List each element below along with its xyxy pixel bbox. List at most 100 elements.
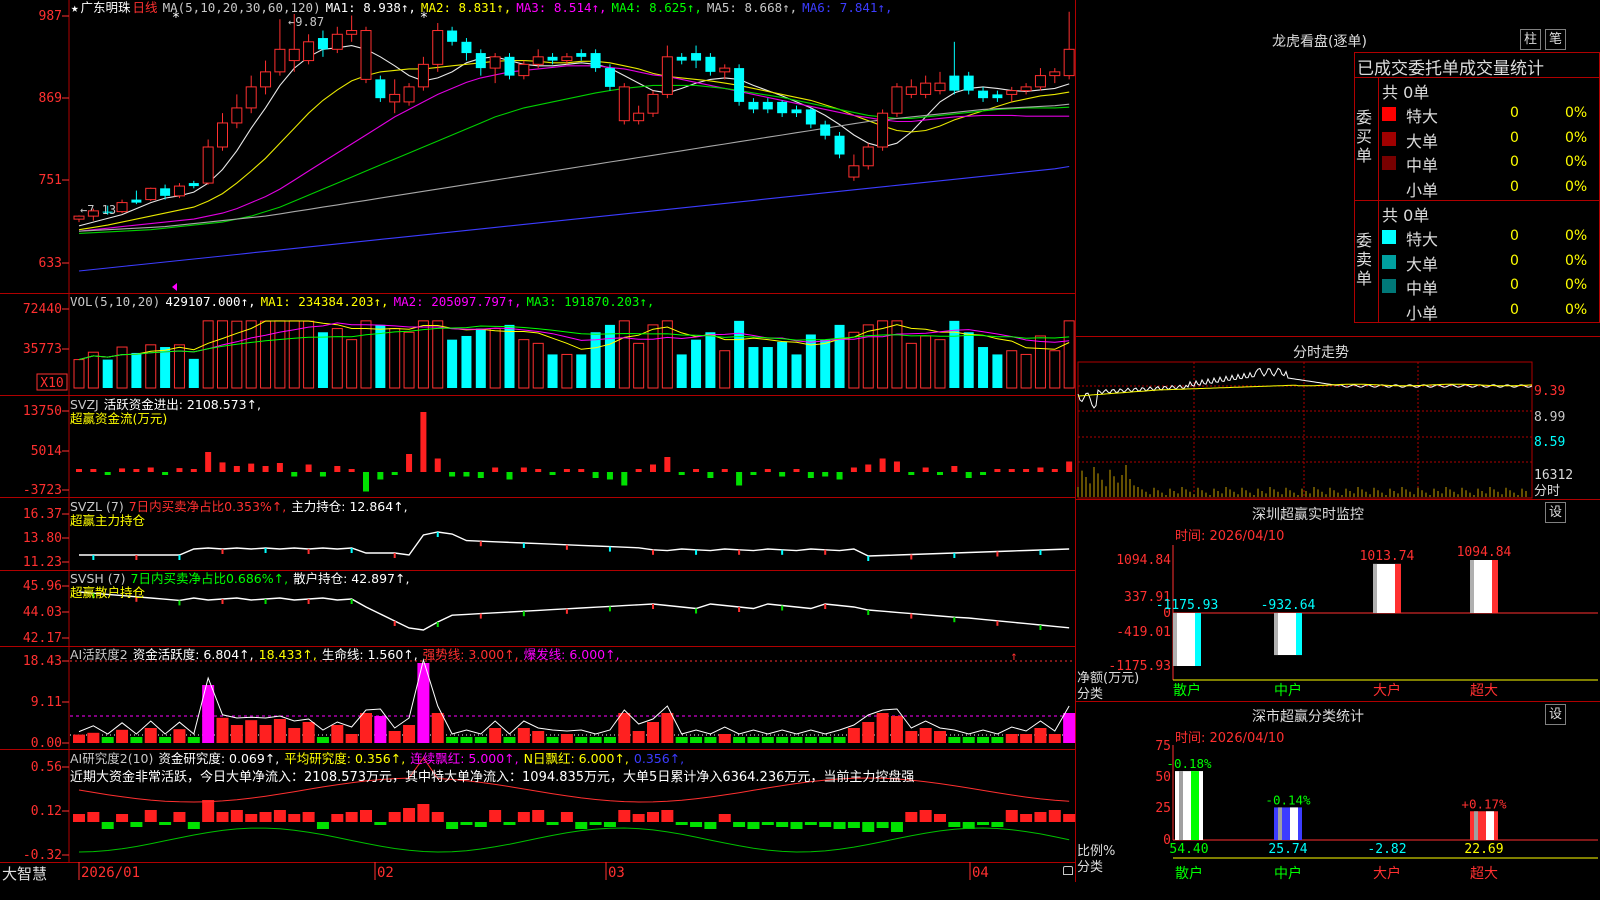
bar-edge <box>1486 811 1494 840</box>
candle[interactable] <box>949 41 960 95</box>
ai-tick-label: 0.00 <box>31 736 62 751</box>
activity-bar <box>316 737 329 743</box>
candle[interactable] <box>1063 11 1075 80</box>
candle[interactable] <box>762 98 773 114</box>
candle-body <box>647 93 659 114</box>
candle[interactable] <box>317 30 328 57</box>
classify-settings-button[interactable]: 设 <box>1545 704 1566 725</box>
candle[interactable] <box>1034 68 1046 91</box>
candle[interactable] <box>1020 83 1032 95</box>
monitor-category-label: 超大 <box>1470 683 1498 699</box>
candle[interactable] <box>791 105 802 117</box>
research-bar <box>1034 812 1047 822</box>
candle[interactable] <box>590 49 601 72</box>
candle[interactable] <box>748 98 759 114</box>
candle[interactable] <box>877 109 889 151</box>
candle[interactable] <box>992 90 1003 102</box>
activity-bar <box>331 725 344 743</box>
candle[interactable] <box>260 60 272 95</box>
monitor-settings-button[interactable]: 设 <box>1545 502 1566 523</box>
candle[interactable] <box>360 26 372 84</box>
candle[interactable] <box>217 113 228 151</box>
candle[interactable] <box>432 23 444 72</box>
research-bar <box>273 810 286 822</box>
candle[interactable] <box>604 64 615 91</box>
candle[interactable] <box>489 53 501 84</box>
flow-bar <box>520 467 527 472</box>
research-bar <box>173 812 186 822</box>
candle[interactable] <box>891 83 903 117</box>
candle[interactable] <box>618 83 630 125</box>
candle[interactable] <box>676 53 687 65</box>
flow-bar <box>1051 469 1058 472</box>
candle[interactable] <box>116 199 128 214</box>
flow-bar <box>377 472 384 480</box>
candle[interactable] <box>389 79 401 114</box>
volume-bar <box>848 331 860 389</box>
candle[interactable] <box>504 53 515 80</box>
candle[interactable] <box>73 215 85 223</box>
candle[interactable] <box>375 75 386 102</box>
candle[interactable] <box>633 105 645 125</box>
candle[interactable] <box>461 38 472 61</box>
candle[interactable] <box>978 86 989 102</box>
candle[interactable] <box>848 154 860 181</box>
monitor-bar <box>1373 563 1401 613</box>
candle[interactable] <box>303 34 315 65</box>
period-label[interactable]: 日线 <box>133 0 158 15</box>
candle[interactable] <box>188 180 199 189</box>
candle[interactable] <box>417 56 429 91</box>
candle[interactable] <box>131 190 142 205</box>
candle[interactable] <box>834 131 845 159</box>
main-chart-area[interactable]: 987869751633←9.87←7.13* * 7244035773X10 1… <box>0 0 1076 882</box>
lock-icon[interactable] <box>1063 866 1073 875</box>
candle[interactable] <box>331 26 343 54</box>
candle[interactable] <box>274 19 286 76</box>
candle[interactable] <box>934 71 946 95</box>
order-percent: 0% <box>1565 129 1588 146</box>
candle[interactable] <box>734 64 745 106</box>
candle[interactable] <box>403 83 415 106</box>
candle[interactable] <box>447 26 458 46</box>
candle[interactable] <box>920 75 932 99</box>
candle[interactable] <box>87 208 99 221</box>
pen-mode-button[interactable]: 笔 <box>1545 29 1566 50</box>
candle[interactable] <box>661 45 673 99</box>
star-icon[interactable]: ★ <box>71 0 79 15</box>
candle[interactable] <box>862 143 874 170</box>
flow-bar <box>994 469 1001 472</box>
intraday-chart[interactable]: 9.39 8.99 8.59 16312分时 <box>1077 361 1573 499</box>
order-count: 0 <box>1510 301 1519 318</box>
candle[interactable] <box>805 107 816 129</box>
activity-bar <box>761 737 774 743</box>
bar-mode-button[interactable]: 柱 <box>1520 29 1541 50</box>
candle[interactable] <box>202 139 214 185</box>
svsh-subtitle: 超赢散户持仓 <box>70 585 146 600</box>
candle[interactable] <box>145 187 157 202</box>
volume-bar <box>1006 350 1018 389</box>
candle[interactable] <box>475 49 486 76</box>
candle[interactable] <box>691 45 702 69</box>
monitor-value-label: -932.64 <box>1261 598 1316 613</box>
candle[interactable] <box>647 90 659 117</box>
candle[interactable] <box>1049 68 1061 84</box>
candle[interactable] <box>963 71 974 95</box>
candle[interactable] <box>705 53 716 76</box>
candle[interactable] <box>719 64 731 80</box>
candle[interactable] <box>777 100 788 117</box>
candle[interactable] <box>820 120 831 140</box>
candle[interactable] <box>346 15 358 42</box>
volume-bar <box>202 320 214 389</box>
research-bar <box>489 810 502 822</box>
monitor-category-label: 中户 <box>1274 682 1302 699</box>
candle[interactable] <box>1006 86 1018 102</box>
candle[interactable] <box>245 75 257 114</box>
research-bar <box>819 822 832 827</box>
flow-bar <box>836 472 843 480</box>
flow-bar <box>363 472 369 492</box>
classify-category-label: 超大 <box>1470 866 1498 882</box>
candle[interactable] <box>231 94 243 129</box>
candle[interactable] <box>576 49 587 61</box>
candle[interactable] <box>173 183 185 199</box>
candle[interactable] <box>905 79 917 99</box>
